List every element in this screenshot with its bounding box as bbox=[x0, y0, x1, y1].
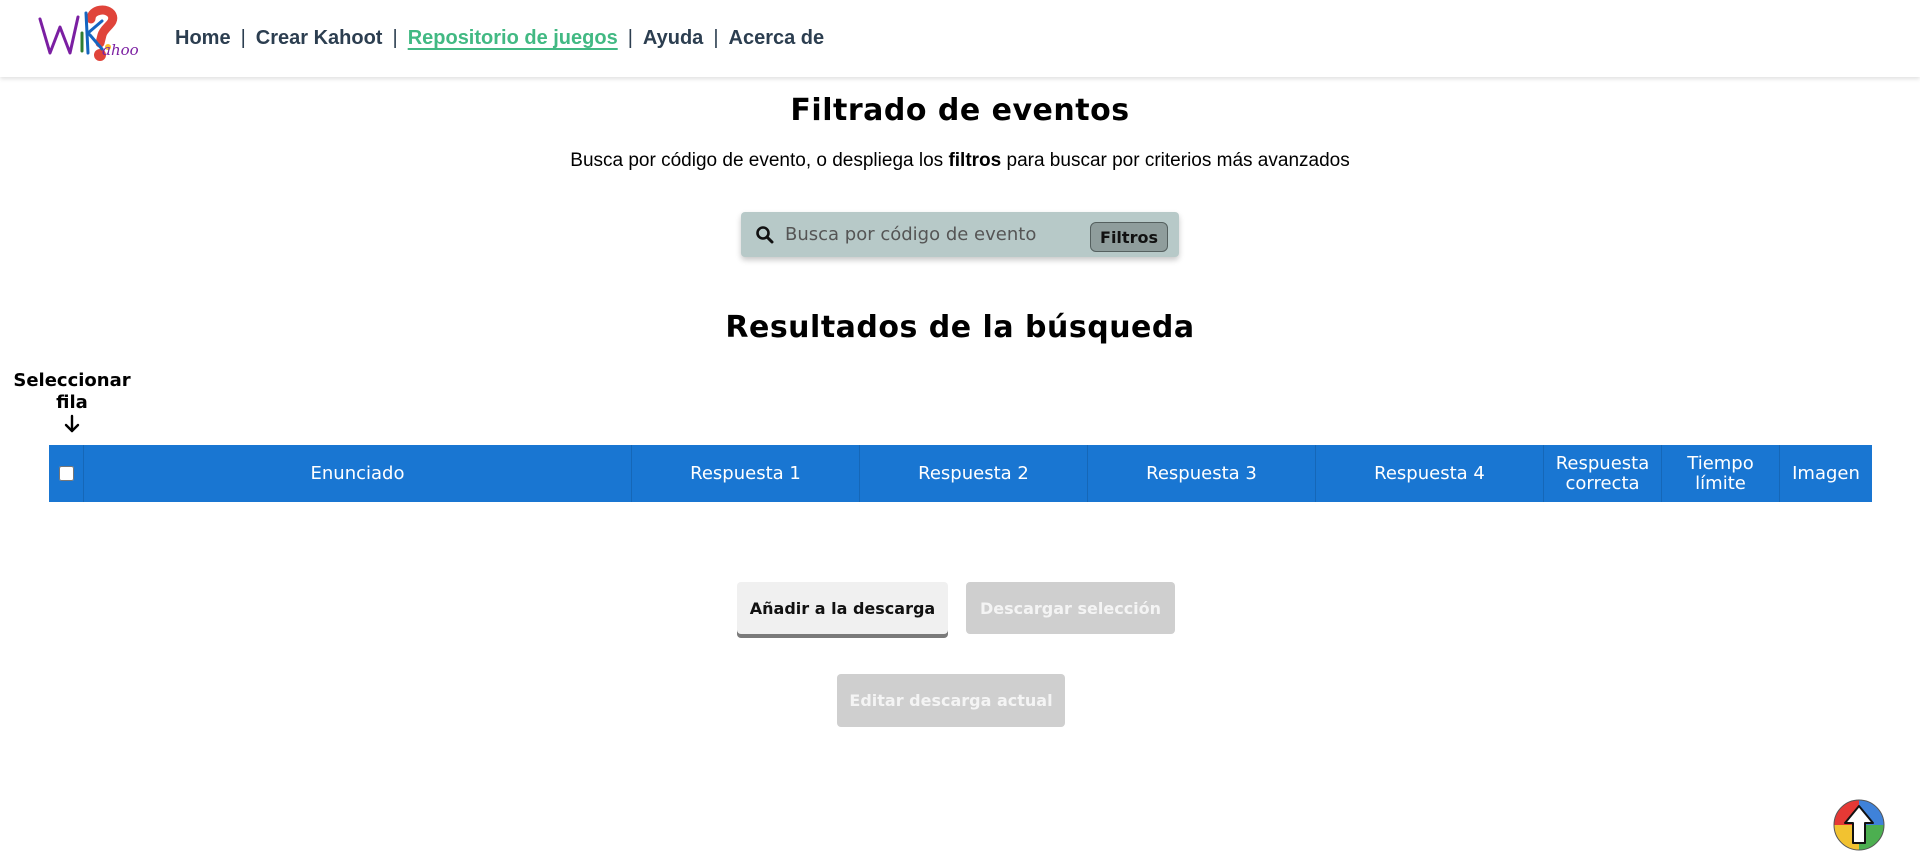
nav-link-ayuda[interactable]: Ayuda bbox=[643, 27, 703, 50]
select-row-label-line2: fila bbox=[56, 392, 88, 413]
scroll-up-arrow-icon bbox=[1833, 799, 1885, 851]
nav-link-home[interactable]: Home bbox=[175, 27, 231, 50]
nav-link-crear-kahoot[interactable]: Crear Kahoot bbox=[256, 27, 383, 50]
nav-separator: | bbox=[240, 27, 246, 49]
column-header-enunciado[interactable]: Enunciado bbox=[84, 445, 632, 502]
select-row-label: Seleccionar fila bbox=[12, 370, 132, 414]
results-table-header: Enunciado Respuesta 1 Respuesta 2 Respue… bbox=[49, 445, 1872, 502]
subtitle-text-pre: Busca por código de evento, o despliega … bbox=[570, 150, 949, 171]
column-header-respuesta-2[interactable]: Respuesta 2 bbox=[860, 445, 1088, 502]
column-header-imagen[interactable]: Imagen bbox=[1780, 445, 1872, 502]
nav-links: Home | Crear Kahoot | Repositorio de jue… bbox=[175, 0, 824, 77]
column-header-respuesta-4[interactable]: Respuesta 4 bbox=[1316, 445, 1544, 502]
scroll-to-top-button[interactable] bbox=[1833, 799, 1885, 851]
search-input[interactable] bbox=[785, 218, 1085, 251]
wikahoot-logo-image: ahoot bbox=[38, 5, 138, 61]
filter-title: Filtrado de eventos bbox=[790, 93, 1130, 128]
add-to-download-button[interactable]: Añadir a la descarga bbox=[737, 582, 948, 634]
subtitle-text-post: para buscar por criterios más avanzados bbox=[1001, 150, 1350, 171]
filters-button[interactable]: Filtros bbox=[1090, 222, 1168, 252]
column-header-respuesta-3[interactable]: Respuesta 3 bbox=[1088, 445, 1316, 502]
column-header-respuesta-correcta[interactable]: Respuesta correcta bbox=[1544, 445, 1662, 502]
select-row-label-line1: Seleccionar bbox=[13, 370, 131, 391]
nav-separator: | bbox=[392, 27, 398, 49]
edit-current-download-button[interactable]: Editar descarga actual bbox=[837, 674, 1065, 727]
nav-separator: | bbox=[713, 27, 719, 49]
nav-link-repositorio[interactable]: Repositorio de juegos bbox=[408, 27, 618, 50]
select-all-checkbox[interactable] bbox=[58, 466, 74, 481]
subtitle-text-bold: filtros bbox=[948, 150, 1002, 171]
wikahoot-logo[interactable]: ahoot bbox=[36, 5, 138, 67]
filter-subtitle: Busca por código de evento, o despliega … bbox=[0, 150, 1920, 172]
search-icon bbox=[755, 225, 775, 245]
navbar: ahoot Home | Crear Kahoot | Repositorio … bbox=[0, 0, 1920, 77]
header-select-all-cell bbox=[49, 445, 84, 502]
arrow-down-icon bbox=[62, 414, 82, 434]
column-header-tiempo-limite[interactable]: Tiempo límite bbox=[1662, 445, 1780, 502]
results-title: Resultados de la búsqueda bbox=[725, 310, 1195, 345]
svg-text:ahoot: ahoot bbox=[102, 41, 138, 59]
nav-link-acerca-de[interactable]: Acerca de bbox=[729, 27, 825, 50]
column-header-respuesta-1[interactable]: Respuesta 1 bbox=[632, 445, 860, 502]
download-selection-button[interactable]: Descargar selección bbox=[966, 582, 1175, 634]
search-box: Filtros bbox=[741, 212, 1179, 257]
nav-separator: | bbox=[627, 27, 633, 49]
